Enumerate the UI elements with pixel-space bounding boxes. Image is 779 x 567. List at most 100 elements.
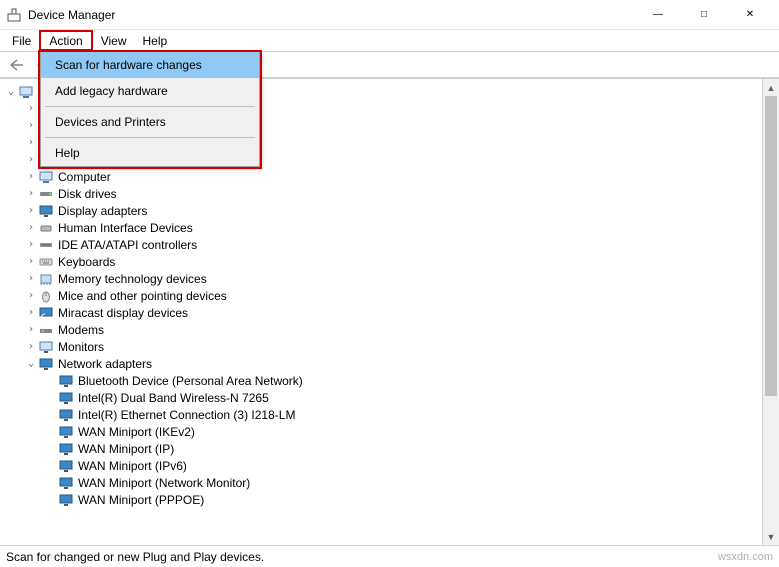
close-button[interactable]: ✕ — [727, 0, 773, 30]
window-title: Device Manager — [28, 8, 115, 22]
tree-item-net-wifi[interactable]: · Intel(R) Dual Band Wireless-N 7265 — [4, 389, 779, 406]
tree-item-keyboards[interactable]: › Keyboards — [4, 253, 779, 270]
chevron-right-icon[interactable]: › — [24, 256, 38, 267]
network-adapter-icon — [58, 373, 74, 389]
tree-item-label: Network adapters — [58, 357, 152, 371]
minimize-button[interactable]: ― — [635, 0, 681, 30]
menu-item-devices-printers[interactable]: Devices and Printers — [41, 109, 259, 135]
tree-item-ide[interactable]: › IDE ATA/ATAPI controllers — [4, 236, 779, 253]
tree-item-label: Keyboards — [58, 255, 115, 269]
tree-item-mice[interactable]: › Mice and other pointing devices — [4, 287, 779, 304]
network-adapter-icon — [58, 390, 74, 406]
maximize-button[interactable]: □ — [681, 0, 727, 30]
statusbar-text: Scan for changed or new Plug and Play de… — [6, 550, 264, 564]
chevron-right-icon[interactable]: › — [24, 341, 38, 352]
tree-item-label: Monitors — [58, 340, 104, 354]
tree-item-net-wan-ikev2[interactable]: · WAN Miniport (IKEv2) — [4, 423, 779, 440]
computer-icon — [38, 169, 54, 185]
tree-item-label: Modems — [58, 323, 104, 337]
tree-item-net-wan-netmon[interactable]: · WAN Miniport (Network Monitor) — [4, 474, 779, 491]
tree-item-label: Bluetooth Device (Personal Area Network) — [78, 374, 303, 388]
menu-view[interactable]: View — [93, 30, 135, 51]
network-adapter-icon — [58, 441, 74, 457]
menu-item-add-legacy[interactable]: Add legacy hardware — [41, 78, 259, 104]
mouse-icon — [38, 288, 54, 304]
chevron-right-icon[interactable]: › — [24, 324, 38, 335]
disk-icon — [38, 186, 54, 202]
vertical-scrollbar[interactable]: ▲ ▼ — [762, 79, 779, 545]
app-icon — [6, 7, 22, 23]
tree-item-net-wan-ipv6[interactable]: · WAN Miniport (IPv6) — [4, 457, 779, 474]
tree-item-net-ethernet[interactable]: · Intel(R) Ethernet Connection (3) I218-… — [4, 406, 779, 423]
chevron-right-icon[interactable]: › — [24, 137, 38, 148]
tree-item-label: IDE ATA/ATAPI controllers — [58, 238, 197, 252]
chevron-right-icon[interactable]: › — [24, 103, 38, 114]
menu-item-help[interactable]: Help — [41, 140, 259, 166]
network-adapter-icon — [58, 458, 74, 474]
menu-help[interactable]: Help — [135, 30, 176, 51]
titlebar: Device Manager ― □ ✕ — [0, 0, 779, 30]
tree-item-label: Display adapters — [58, 204, 147, 218]
miracast-icon — [38, 305, 54, 321]
tree-item-memtech[interactable]: › Memory technology devices — [4, 270, 779, 287]
chevron-down-icon[interactable]: ⌄ — [4, 86, 18, 97]
ide-icon — [38, 237, 54, 253]
modem-icon — [38, 322, 54, 338]
tree-item-label: Memory technology devices — [58, 272, 207, 286]
chevron-right-icon[interactable]: › — [24, 273, 38, 284]
computer-icon — [18, 84, 34, 100]
menu-item-scan-hardware[interactable]: Scan for hardware changes — [41, 52, 259, 78]
tree-item-label: Disk drives — [58, 187, 117, 201]
tree-item-net-bluetooth[interactable]: · Bluetooth Device (Personal Area Networ… — [4, 372, 779, 389]
tree-item-label: WAN Miniport (IP) — [78, 442, 174, 456]
menu-file[interactable]: File — [4, 30, 39, 51]
display-icon — [38, 203, 54, 219]
back-button[interactable] — [4, 54, 28, 76]
memory-icon — [38, 271, 54, 287]
scroll-up-icon[interactable]: ▲ — [763, 79, 779, 96]
tree-item-network[interactable]: ⌄ Network adapters — [4, 355, 779, 372]
tree-item-label: Intel(R) Dual Band Wireless-N 7265 — [78, 391, 269, 405]
chevron-right-icon[interactable]: › — [24, 188, 38, 199]
chevron-right-icon[interactable]: › — [24, 222, 38, 233]
tree-item-net-wan-pppoe[interactable]: · WAN Miniport (PPPOE) — [4, 491, 779, 508]
action-menu-dropdown: Scan for hardware changes Add legacy har… — [40, 52, 260, 167]
network-adapter-icon — [58, 492, 74, 508]
menu-separator — [45, 106, 255, 107]
tree-item-label: Miracast display devices — [58, 306, 188, 320]
tree-item-label: WAN Miniport (IKEv2) — [78, 425, 195, 439]
tree-item-disk[interactable]: › Disk drives — [4, 185, 779, 202]
chevron-right-icon[interactable]: › — [24, 171, 38, 182]
chevron-down-icon[interactable]: ⌄ — [24, 358, 38, 369]
tree-item-net-wan-ip[interactable]: · WAN Miniport (IP) — [4, 440, 779, 457]
scroll-down-icon[interactable]: ▼ — [763, 528, 779, 545]
chevron-right-icon[interactable]: › — [24, 239, 38, 250]
chevron-right-icon[interactable]: › — [24, 205, 38, 216]
chevron-right-icon[interactable]: › — [24, 290, 38, 301]
tree-item-label: WAN Miniport (IPv6) — [78, 459, 187, 473]
scrollbar-thumb[interactable] — [765, 96, 777, 396]
chevron-right-icon[interactable]: › — [24, 154, 38, 165]
tree-item-modems[interactable]: › Modems — [4, 321, 779, 338]
network-adapter-icon — [58, 475, 74, 491]
watermark: wsxdn.com — [718, 551, 773, 563]
tree-item-label: Intel(R) Ethernet Connection (3) I218-LM — [78, 408, 295, 422]
tree-item-monitors[interactable]: › Monitors — [4, 338, 779, 355]
network-adapter-icon — [58, 407, 74, 423]
tree-item-miracast[interactable]: › Miracast display devices — [4, 304, 779, 321]
tree-item-hid[interactable]: › Human Interface Devices — [4, 219, 779, 236]
keyboard-icon — [38, 254, 54, 270]
chevron-right-icon[interactable]: › — [24, 307, 38, 318]
hid-icon — [38, 220, 54, 236]
tree-item-display[interactable]: › Display adapters — [4, 202, 779, 219]
statusbar: Scan for changed or new Plug and Play de… — [0, 545, 779, 567]
tree-item-label: Mice and other pointing devices — [58, 289, 227, 303]
network-icon — [38, 356, 54, 372]
tree-item-label: Computer — [58, 170, 111, 184]
tree-item-label: WAN Miniport (Network Monitor) — [78, 476, 250, 490]
tree-item-computer[interactable]: › Computer — [4, 168, 779, 185]
monitor-icon — [38, 339, 54, 355]
chevron-right-icon[interactable]: › — [24, 120, 38, 131]
menu-action[interactable]: Action — [39, 30, 92, 51]
network-adapter-icon — [58, 424, 74, 440]
